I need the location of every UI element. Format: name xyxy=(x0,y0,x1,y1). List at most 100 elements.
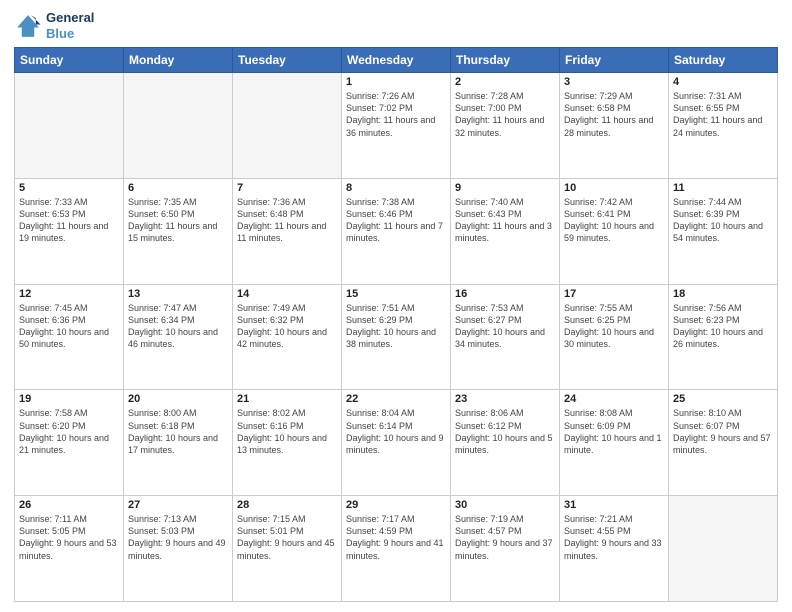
calendar-cell: 12 Sunrise: 7:45 AMSunset: 6:36 PMDayligh… xyxy=(15,284,124,390)
day-number: 18 xyxy=(673,288,773,300)
day-info: Sunrise: 7:11 AMSunset: 5:05 PMDaylight:… xyxy=(19,513,119,562)
day-number: 9 xyxy=(455,182,555,194)
calendar-cell: 1 Sunrise: 7:26 AMSunset: 7:02 PMDaylight… xyxy=(342,73,451,179)
calendar-cell: 20 Sunrise: 8:00 AMSunset: 6:18 PMDayligh… xyxy=(124,390,233,496)
day-number: 27 xyxy=(128,499,228,511)
calendar-dow-wednesday: Wednesday xyxy=(342,48,451,73)
day-number: 1 xyxy=(346,76,446,88)
day-number: 26 xyxy=(19,499,119,511)
calendar-cell: 5 Sunrise: 7:33 AMSunset: 6:53 PMDaylight… xyxy=(15,178,124,284)
calendar-dow-friday: Friday xyxy=(560,48,669,73)
calendar-header-row: SundayMondayTuesdayWednesdayThursdayFrid… xyxy=(15,48,778,73)
calendar-cell: 23 Sunrise: 8:06 AMSunset: 6:12 PMDayligh… xyxy=(451,390,560,496)
logo-text: General Blue xyxy=(46,10,94,41)
day-number: 21 xyxy=(237,393,337,405)
calendar-cell: 2 Sunrise: 7:28 AMSunset: 7:00 PMDaylight… xyxy=(451,73,560,179)
calendar-cell xyxy=(669,496,778,602)
day-info: Sunrise: 8:10 AMSunset: 6:07 PMDaylight:… xyxy=(673,407,773,456)
day-info: Sunrise: 7:42 AMSunset: 6:41 PMDaylight:… xyxy=(564,196,664,245)
day-info: Sunrise: 7:58 AMSunset: 6:20 PMDaylight:… xyxy=(19,407,119,456)
calendar-cell: 17 Sunrise: 7:55 AMSunset: 6:25 PMDayligh… xyxy=(560,284,669,390)
calendar-cell: 27 Sunrise: 7:13 AMSunset: 5:03 PMDayligh… xyxy=(124,496,233,602)
calendar-cell: 9 Sunrise: 7:40 AMSunset: 6:43 PMDaylight… xyxy=(451,178,560,284)
day-number: 17 xyxy=(564,288,664,300)
calendar-dow-saturday: Saturday xyxy=(669,48,778,73)
day-info: Sunrise: 7:55 AMSunset: 6:25 PMDaylight:… xyxy=(564,302,664,351)
logo-icon xyxy=(14,12,42,40)
day-number: 10 xyxy=(564,182,664,194)
day-number: 31 xyxy=(564,499,664,511)
day-info: Sunrise: 7:38 AMSunset: 6:46 PMDaylight:… xyxy=(346,196,446,245)
calendar-cell: 3 Sunrise: 7:29 AMSunset: 6:58 PMDaylight… xyxy=(560,73,669,179)
calendar-cell: 28 Sunrise: 7:15 AMSunset: 5:01 PMDayligh… xyxy=(233,496,342,602)
calendar-cell: 14Sunrise: 7:49 AMSunset: 6:32 PMDayligh… xyxy=(233,284,342,390)
calendar-week-0: 1 Sunrise: 7:26 AMSunset: 7:02 PMDaylight… xyxy=(15,73,778,179)
day-number: 28 xyxy=(237,499,337,511)
day-number: 30 xyxy=(455,499,555,511)
day-info: Sunrise: 7:33 AMSunset: 6:53 PMDaylight:… xyxy=(19,196,119,245)
calendar-dow-thursday: Thursday xyxy=(451,48,560,73)
day-number: 2 xyxy=(455,76,555,88)
day-info: Sunrise: 7:17 AMSunset: 4:59 PMDaylight:… xyxy=(346,513,446,562)
day-info: Sunrise: 8:08 AMSunset: 6:09 PMDaylight:… xyxy=(564,407,664,456)
calendar-week-3: 19Sunrise: 7:58 AMSunset: 6:20 PMDayligh… xyxy=(15,390,778,496)
day-info: Sunrise: 7:13 AMSunset: 5:03 PMDaylight:… xyxy=(128,513,228,562)
day-number: 4 xyxy=(673,76,773,88)
calendar-cell: 25Sunrise: 8:10 AMSunset: 6:07 PMDayligh… xyxy=(669,390,778,496)
day-number: 3 xyxy=(564,76,664,88)
day-number: 22 xyxy=(346,393,446,405)
calendar-cell: 18 Sunrise: 7:56 AMSunset: 6:23 PMDayligh… xyxy=(669,284,778,390)
day-number: 24 xyxy=(564,393,664,405)
day-number: 12 xyxy=(19,288,119,300)
day-number: 14 xyxy=(237,288,337,300)
day-number: 8 xyxy=(346,182,446,194)
calendar-cell: 8 Sunrise: 7:38 AMSunset: 6:46 PMDaylight… xyxy=(342,178,451,284)
calendar-cell: 15Sunrise: 7:51 AMSunset: 6:29 PMDayligh… xyxy=(342,284,451,390)
day-info: Sunrise: 7:40 AMSunset: 6:43 PMDaylight:… xyxy=(455,196,555,245)
calendar-week-2: 12 Sunrise: 7:45 AMSunset: 6:36 PMDayligh… xyxy=(15,284,778,390)
calendar-cell: 16Sunrise: 7:53 AMSunset: 6:27 PMDayligh… xyxy=(451,284,560,390)
day-info: Sunrise: 7:44 AMSunset: 6:39 PMDaylight:… xyxy=(673,196,773,245)
day-number: 6 xyxy=(128,182,228,194)
day-number: 29 xyxy=(346,499,446,511)
calendar-dow-sunday: Sunday xyxy=(15,48,124,73)
calendar-dow-tuesday: Tuesday xyxy=(233,48,342,73)
calendar-cell: 11 Sunrise: 7:44 AMSunset: 6:39 PMDayligh… xyxy=(669,178,778,284)
day-info: Sunrise: 7:35 AMSunset: 6:50 PMDaylight:… xyxy=(128,196,228,245)
day-info: Sunrise: 7:51 AMSunset: 6:29 PMDaylight:… xyxy=(346,302,446,351)
day-info: Sunrise: 8:04 AMSunset: 6:14 PMDaylight:… xyxy=(346,407,446,456)
calendar-cell xyxy=(124,73,233,179)
calendar-table: SundayMondayTuesdayWednesdayThursdayFrid… xyxy=(14,47,778,602)
calendar-cell: 13Sunrise: 7:47 AMSunset: 6:34 PMDayligh… xyxy=(124,284,233,390)
calendar-cell: 6 Sunrise: 7:35 AMSunset: 6:50 PMDaylight… xyxy=(124,178,233,284)
day-info: Sunrise: 7:15 AMSunset: 5:01 PMDaylight:… xyxy=(237,513,337,562)
calendar-week-4: 26 Sunrise: 7:11 AMSunset: 5:05 PMDayligh… xyxy=(15,496,778,602)
day-number: 11 xyxy=(673,182,773,194)
day-info: Sunrise: 7:28 AMSunset: 7:00 PMDaylight:… xyxy=(455,90,555,139)
day-info: Sunrise: 8:06 AMSunset: 6:12 PMDaylight:… xyxy=(455,407,555,456)
day-number: 5 xyxy=(19,182,119,194)
day-info: Sunrise: 8:00 AMSunset: 6:18 PMDaylight:… xyxy=(128,407,228,456)
day-number: 7 xyxy=(237,182,337,194)
calendar-cell: 4Sunrise: 7:31 AMSunset: 6:55 PMDaylight… xyxy=(669,73,778,179)
calendar-cell: 24 Sunrise: 8:08 AMSunset: 6:09 PMDayligh… xyxy=(560,390,669,496)
day-info: Sunrise: 8:02 AMSunset: 6:16 PMDaylight:… xyxy=(237,407,337,456)
day-info: Sunrise: 7:26 AMSunset: 7:02 PMDaylight:… xyxy=(346,90,446,139)
calendar-cell: 31 Sunrise: 7:21 AMSunset: 4:55 PMDayligh… xyxy=(560,496,669,602)
calendar-cell xyxy=(15,73,124,179)
calendar-cell: 21 Sunrise: 8:02 AMSunset: 6:16 PMDayligh… xyxy=(233,390,342,496)
calendar-cell: 19Sunrise: 7:58 AMSunset: 6:20 PMDayligh… xyxy=(15,390,124,496)
calendar-cell: 26 Sunrise: 7:11 AMSunset: 5:05 PMDayligh… xyxy=(15,496,124,602)
calendar-cell: 7Sunrise: 7:36 AMSunset: 6:48 PMDaylight… xyxy=(233,178,342,284)
day-info: Sunrise: 7:56 AMSunset: 6:23 PMDaylight:… xyxy=(673,302,773,351)
day-info: Sunrise: 7:19 AMSunset: 4:57 PMDaylight:… xyxy=(455,513,555,562)
calendar-cell: 10 Sunrise: 7:42 AMSunset: 6:41 PMDayligh… xyxy=(560,178,669,284)
day-number: 20 xyxy=(128,393,228,405)
day-info: Sunrise: 7:45 AMSunset: 6:36 PMDaylight:… xyxy=(19,302,119,351)
day-info: Sunrise: 7:29 AMSunset: 6:58 PMDaylight:… xyxy=(564,90,664,139)
calendar-dow-monday: Monday xyxy=(124,48,233,73)
day-number: 23 xyxy=(455,393,555,405)
logo: General Blue xyxy=(14,10,94,41)
day-info: Sunrise: 7:21 AMSunset: 4:55 PMDaylight:… xyxy=(564,513,664,562)
calendar-cell xyxy=(233,73,342,179)
